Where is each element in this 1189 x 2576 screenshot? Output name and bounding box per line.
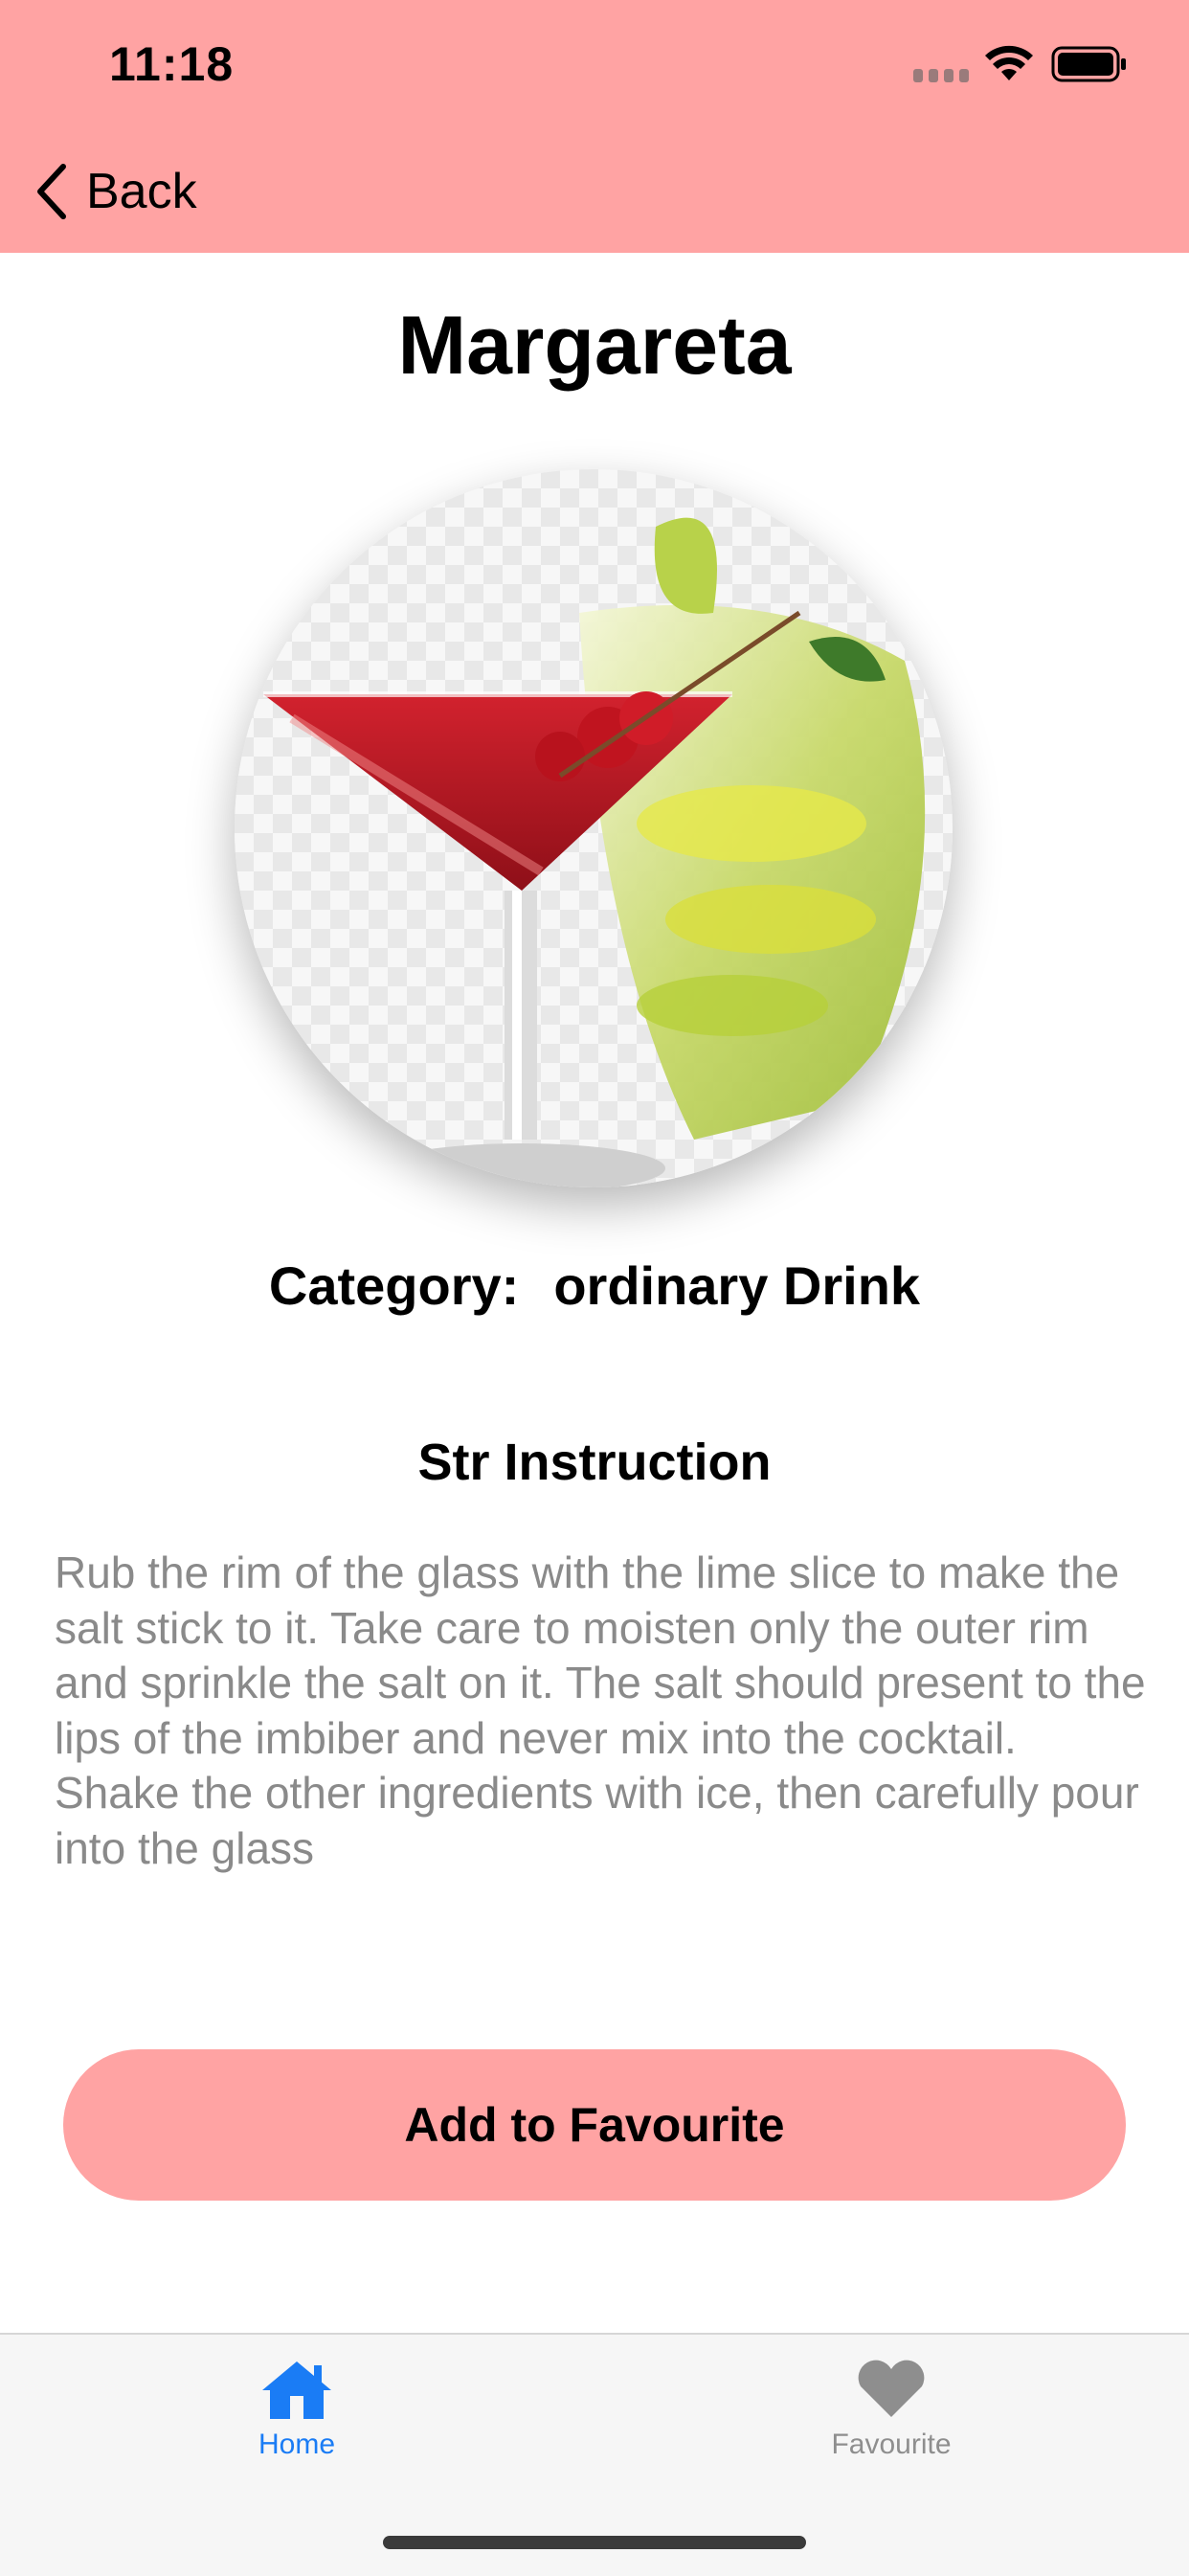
- drink-image: [235, 469, 953, 1187]
- category-row: Category: ordinary Drink: [0, 1254, 1189, 1317]
- instruction-text: Rub the rim of the glass with the lime s…: [55, 1548, 1146, 1873]
- back-button[interactable]: Back: [33, 157, 224, 226]
- tab-home-label: Home: [258, 2429, 336, 2460]
- drink-title: Margareta: [397, 300, 792, 392]
- battery-icon: [1051, 46, 1126, 82]
- heart-icon: [858, 2360, 925, 2417]
- status-time: 11:18: [109, 37, 235, 91]
- tab-home[interactable]: Home: [153, 2358, 440, 2492]
- category-label: Category:: [268, 1255, 520, 1316]
- navigation-header: 11:18 Back: [0, 0, 1189, 253]
- wifi-icon: [985, 45, 1033, 80]
- tab-favourite-label: Favourite: [831, 2429, 952, 2460]
- add-to-favourite-button[interactable]: Add to Favourite: [63, 2049, 1126, 2201]
- chevron-left-icon: [37, 164, 66, 219]
- back-label: Back: [86, 164, 197, 219]
- tab-favourite[interactable]: Favourite: [748, 2358, 1035, 2492]
- home-indicator: [383, 2536, 806, 2549]
- house-icon: [262, 2361, 331, 2419]
- instruction-title: Str Instruction: [417, 1434, 772, 1491]
- cellular-signal-icon: [913, 69, 969, 82]
- category-value: ordinary Drink: [553, 1255, 921, 1316]
